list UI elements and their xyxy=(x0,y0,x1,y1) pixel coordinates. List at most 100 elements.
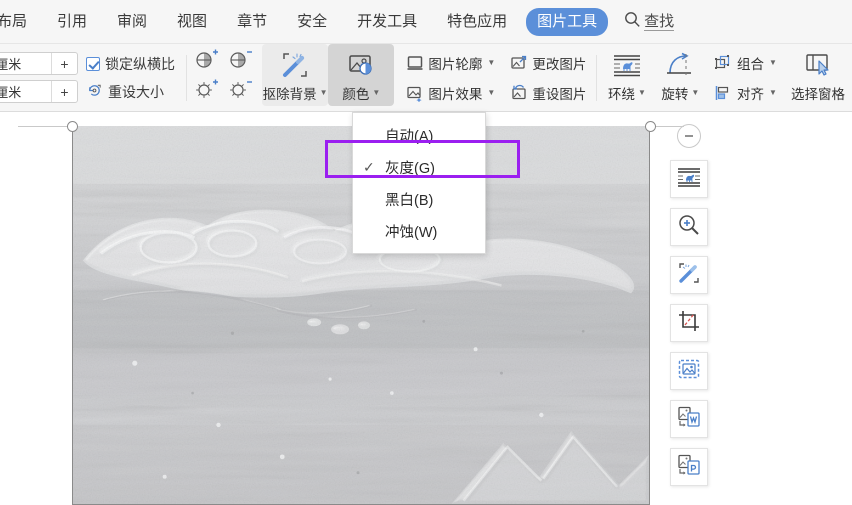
tab-references[interactable]: 引用 xyxy=(46,8,98,36)
menu-item-washout[interactable]: 冲蚀(W) xyxy=(353,215,485,247)
selection-pane-button[interactable]: 选择窗格 xyxy=(784,44,852,106)
lock-aspect-ratio-label: 锁定纵横比 xyxy=(105,55,175,72)
change-picture-icon xyxy=(509,53,528,72)
magic-wand-icon xyxy=(280,49,310,81)
zoom-in-button[interactable] xyxy=(670,208,708,246)
selection-guide-right xyxy=(656,126,684,127)
picture-to-pdf-icon xyxy=(677,453,701,482)
ribbon-group-arrange: 组合 ▼ 对齐 ▼ xyxy=(707,44,784,111)
crop-icon xyxy=(677,309,701,338)
chevron-down-icon[interactable]: ▼ xyxy=(769,88,777,97)
chevron-down-icon[interactable]: ▼ xyxy=(691,89,699,97)
height-plus-button[interactable]: + xyxy=(51,53,77,74)
rotate-text: 旋转 xyxy=(661,87,689,102)
ribbon-separator-2 xyxy=(596,54,598,101)
image-select-icon xyxy=(677,357,701,386)
search-label: 查找 xyxy=(644,12,675,31)
brightness-increase-icon[interactable] xyxy=(191,75,223,103)
chevron-down-icon[interactable]: ▼ xyxy=(769,58,777,67)
align-icon xyxy=(714,83,733,102)
color-button[interactable]: 颜色 ▼ xyxy=(328,44,395,106)
change-picture-button[interactable]: 更改图片 xyxy=(504,50,591,76)
align-label: 对齐 xyxy=(736,86,764,102)
text-wrap-text: 环绕 xyxy=(607,87,635,102)
picture-outline-button[interactable]: 图片轮廓 ▼ xyxy=(400,50,500,76)
check-icon: ✓ xyxy=(363,158,375,175)
tab-sections[interactable]: 章节 xyxy=(226,8,278,36)
ribbon-group-size: 0厘米 + 0厘米 + 锁定纵横比 xyxy=(0,44,183,111)
image-select-button[interactable] xyxy=(670,352,708,390)
checkbox-icon[interactable] xyxy=(86,56,100,71)
width-plus-button[interactable]: + xyxy=(51,81,77,102)
picture-color-icon xyxy=(346,49,376,81)
handle-top-right[interactable] xyxy=(645,121,656,132)
search-button[interactable]: 查找 xyxy=(624,11,675,32)
search-icon xyxy=(624,11,641,32)
width-value[interactable]: 0厘米 xyxy=(0,81,51,102)
size-options: 锁定纵横比 重设大小 xyxy=(78,44,183,111)
picture-outline-label: 图片轮廓 xyxy=(428,56,483,72)
height-spinner[interactable]: 0厘米 + xyxy=(0,52,78,75)
contrast-increase-icon[interactable] xyxy=(191,45,223,73)
lock-aspect-ratio-checkbox[interactable]: 锁定纵横比 xyxy=(86,54,175,74)
width-spinner[interactable]: 0厘米 + xyxy=(0,80,78,103)
chevron-down-icon[interactable]: ▼ xyxy=(487,58,495,67)
floating-picture-toolbar xyxy=(665,124,713,486)
tab-review[interactable]: 审阅 xyxy=(106,8,158,36)
menu-item-automatic[interactable]: 自动(A) xyxy=(353,119,485,151)
rotate-icon xyxy=(664,49,696,81)
rotate-label: 旋转 ▼ xyxy=(661,83,699,103)
picture-effects-icon xyxy=(405,83,424,102)
rotate-button[interactable]: 旋转 ▼ xyxy=(654,44,707,106)
group-icon xyxy=(714,53,733,72)
brightness-decrease-icon[interactable] xyxy=(225,75,257,103)
text-wrap-tool-icon xyxy=(676,165,702,194)
menu-item-blackwhite[interactable]: 黑白(B) xyxy=(353,183,485,215)
picture-to-word-icon xyxy=(677,405,701,434)
selection-guide-left xyxy=(18,126,68,127)
ribbon-group-picture-style: 图片轮廓 ▼ 图片效果 ▼ 更改图片 重设图片 xyxy=(398,44,593,111)
tab-picture-tools[interactable]: 图片工具 xyxy=(526,7,609,36)
change-picture-label: 更改图片 xyxy=(532,56,587,72)
size-spinners: 0厘米 + 0厘米 + xyxy=(0,44,78,111)
height-value[interactable]: 0厘米 xyxy=(0,53,51,74)
reset-size-icon xyxy=(86,82,103,102)
menu-item-automatic-label: 自动(A) xyxy=(385,128,434,145)
group-label: 组合 xyxy=(736,56,764,72)
picture-to-word-button[interactable] xyxy=(670,400,708,438)
group-button[interactable]: 组合 ▼ xyxy=(709,50,782,76)
menu-item-grayscale-label: 灰度(G) xyxy=(385,160,435,177)
reset-picture-label: 重设图片 xyxy=(532,86,587,102)
text-wrap-label: 环绕 ▼ xyxy=(608,83,646,103)
tab-layout[interactable]: 布局 xyxy=(0,8,38,36)
menu-item-grayscale[interactable]: ✓ 灰度(G) xyxy=(353,151,485,183)
chevron-down-icon[interactable]: ▼ xyxy=(638,89,646,97)
crop-button[interactable] xyxy=(670,304,708,342)
color-text: 颜色 xyxy=(342,87,370,102)
text-wrap-tool-button[interactable] xyxy=(670,160,708,198)
chevron-down-icon[interactable]: ▼ xyxy=(320,89,328,97)
color-label: 颜色 ▼ xyxy=(342,83,380,103)
reset-picture-button[interactable]: 重设图片 xyxy=(504,80,591,106)
color-dropdown-menu[interactable]: 自动(A) ✓ 灰度(G) 黑白(B) 冲蚀(W) xyxy=(352,112,486,254)
remove-background-button[interactable]: 抠除背景 ▼ xyxy=(261,44,329,106)
text-wrap-button[interactable]: 环绕 ▼ xyxy=(600,44,653,106)
tab-security[interactable]: 安全 xyxy=(286,8,338,36)
contrast-decrease-icon[interactable] xyxy=(225,45,257,73)
picture-effects-button[interactable]: 图片效果 ▼ xyxy=(400,80,500,106)
align-button[interactable]: 对齐 ▼ xyxy=(709,80,782,106)
picture-to-pdf-button[interactable] xyxy=(670,448,708,486)
text-wrap-icon xyxy=(611,49,643,81)
chevron-down-icon[interactable]: ▼ xyxy=(372,89,380,97)
magic-wand-tool-button[interactable] xyxy=(670,256,708,294)
ribbon-toolbar: 0厘米 + 0厘米 + 锁定纵横比 xyxy=(0,44,852,112)
chevron-down-icon[interactable]: ▼ xyxy=(487,88,495,97)
tab-view[interactable]: 视图 xyxy=(166,8,218,36)
change-reset-stack: 更改图片 重设图片 xyxy=(502,44,593,111)
magic-wand-tool-icon xyxy=(677,261,701,290)
tab-featured-apps[interactable]: 特色应用 xyxy=(436,8,518,36)
reset-size-button[interactable]: 重设大小 xyxy=(86,82,175,102)
collapse-minus-icon[interactable] xyxy=(677,124,701,148)
tab-developer-tools[interactable]: 开发工具 xyxy=(346,8,428,36)
handle-top-left[interactable] xyxy=(67,121,78,132)
